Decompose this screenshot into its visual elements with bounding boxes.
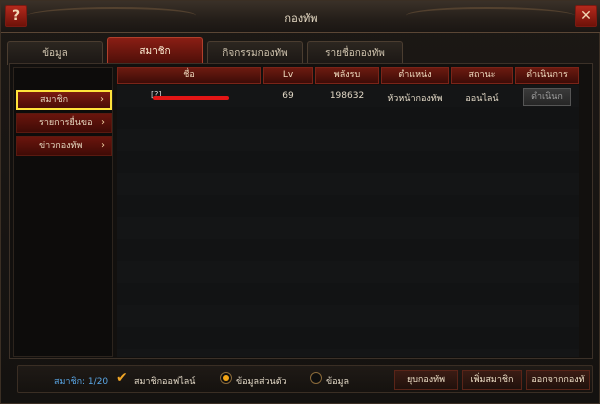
member-status: ออนไลน์: [465, 94, 499, 104]
info-radio-label[interactable]: ข้อมูล: [326, 374, 349, 388]
sidebar-item-label: รายการยื่นขอ: [39, 118, 93, 128]
leave-guild-button[interactable]: ออกจากกองทั: [526, 370, 590, 390]
chevron-right-icon: ›: [101, 117, 105, 128]
footer-bar: สมาชิก: 1/20 ✔ สมาชิกออฟไลน์ ข้อมูลส่วนต…: [17, 365, 593, 393]
offline-members-checkbox-label[interactable]: สมาชิกออฟไลน์: [134, 374, 195, 388]
column-header-name[interactable]: ชื่อ: [117, 67, 261, 84]
chevron-right-icon: ›: [101, 140, 105, 151]
member-count: สมาชิก: 1/20: [54, 377, 109, 387]
add-member-button[interactable]: เพิ่มสมาชิก: [462, 370, 522, 390]
column-header-rank[interactable]: ตำแหน่ง: [381, 67, 449, 84]
member-table: ชื่อ Lv พลังรบ ตำแหน่ง สถานะ ดำเนินการ […: [117, 67, 579, 357]
guild-window: กองทัพ ? ✕ ข้อมูล สมาชิก กิจกรรมกองทัพ ร…: [0, 0, 600, 404]
member-action-button[interactable]: ดำเนินก: [523, 88, 571, 106]
tab-info[interactable]: ข้อมูล: [7, 41, 103, 65]
tab-guild-list[interactable]: รายชื่อกองทัพ: [307, 41, 403, 65]
close-button[interactable]: ✕: [575, 5, 597, 27]
sidebar-item-applications[interactable]: รายการยื่นขอ ›: [16, 113, 112, 133]
chevron-right-icon: ›: [100, 94, 104, 105]
check-icon[interactable]: ✔: [116, 370, 128, 386]
info-radio[interactable]: [310, 372, 322, 384]
window-title: กองทัพ: [284, 12, 318, 25]
sidebar: สมาชิก › รายการยื่นขอ › ข่าวกองทัพ ›: [13, 67, 113, 357]
column-header-status[interactable]: สถานะ: [451, 67, 513, 84]
redacted-member-name: [153, 96, 229, 100]
table-body: [?] 69 198632 หัวหน้ากองทัพ ออนไลน์ ดำเน…: [117, 85, 579, 357]
member-rank: หัวหน้ากองทัพ: [387, 94, 443, 104]
member-power: 198632: [329, 91, 365, 101]
sidebar-item-members[interactable]: สมาชิก ›: [16, 90, 112, 110]
personal-info-radio[interactable]: [220, 372, 232, 384]
column-header-action[interactable]: ดำเนินการ: [515, 67, 579, 84]
column-header-level[interactable]: Lv: [263, 67, 313, 84]
tab-members[interactable]: สมาชิก: [107, 37, 203, 65]
sidebar-item-label: สมาชิก: [40, 95, 69, 105]
sidebar-item-label: ข่าวกองทัพ: [39, 141, 83, 151]
sidebar-item-guild-news[interactable]: ข่าวกองทัพ ›: [16, 136, 112, 156]
title-bar: กองทัพ ? ✕: [1, 1, 600, 33]
tab-guild-activities[interactable]: กิจกรรมกองทัพ: [207, 41, 303, 65]
table-header: ชื่อ Lv พลังรบ ตำแหน่ง สถานะ ดำเนินการ: [117, 67, 579, 84]
table-row[interactable]: [?] 69 198632 หัวหน้ากองทัพ ออนไลน์ ดำเน…: [117, 87, 579, 107]
personal-info-radio-label[interactable]: ข้อมูลส่วนตัว: [236, 374, 287, 388]
member-level: 69: [282, 91, 294, 101]
help-button[interactable]: ?: [5, 5, 27, 27]
column-header-power[interactable]: พลังรบ: [315, 67, 379, 84]
disband-guild-button[interactable]: ยุบกองทัพ: [394, 370, 458, 390]
